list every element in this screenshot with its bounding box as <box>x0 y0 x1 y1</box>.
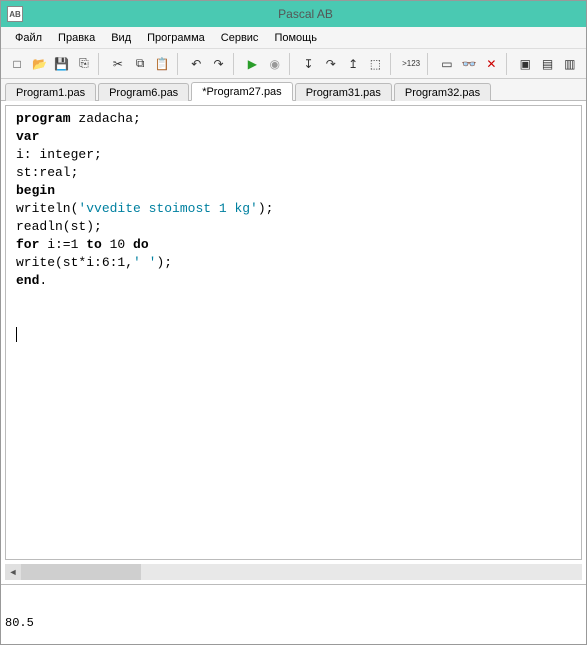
editor-area: program zadacha;vari: integer;st:real;be… <box>1 101 586 584</box>
scroll-track[interactable] <box>21 564 582 580</box>
undo-icon[interactable]: ↶ <box>186 53 206 75</box>
menu-item-3[interactable]: Программа <box>141 30 211 46</box>
cursor-icon <box>16 326 575 344</box>
menu-item-4[interactable]: Сервис <box>215 30 265 46</box>
toggle-1-icon[interactable]: ▭ <box>437 53 457 75</box>
copy-icon[interactable]: ⧉ <box>130 53 150 75</box>
output-line: 80.5 <box>5 616 582 630</box>
toggle-3-icon[interactable]: ✕ <box>481 53 501 75</box>
redo-icon[interactable]: ↷ <box>208 53 228 75</box>
toolbar-separator <box>177 53 183 75</box>
toolbar-separator <box>233 53 239 75</box>
code-line: i: integer; <box>16 146 575 164</box>
code-line: var <box>16 128 575 146</box>
scroll-left-icon[interactable]: ◄ <box>5 564 21 580</box>
horizontal-scrollbar[interactable]: ◄ <box>5 564 582 580</box>
tab-0[interactable]: Program1.pas <box>5 83 96 101</box>
toolbar-separator <box>289 53 295 75</box>
menu-item-0[interactable]: Файл <box>9 30 48 46</box>
code-line: program zadacha; <box>16 110 575 128</box>
toolbar-separator <box>98 53 104 75</box>
app-icon: AB <box>7 6 23 22</box>
panel-1-icon[interactable]: ▣ <box>515 53 535 75</box>
window-titlebar: AB Pascal AB <box>1 1 586 27</box>
save-icon[interactable]: 💾 <box>52 53 72 75</box>
menu-item-1[interactable]: Правка <box>52 30 101 46</box>
tab-4[interactable]: Program32.pas <box>394 83 491 101</box>
save-all-icon[interactable]: ⎘ <box>74 53 94 75</box>
stop-icon[interactable]: ◉ <box>265 53 285 75</box>
tab-2[interactable]: *Program27.pas <box>191 82 293 101</box>
editor-tabs: Program1.pasProgram6.pas*Program27.pasPr… <box>1 79 586 101</box>
step-over-icon[interactable]: ↷ <box>321 53 341 75</box>
menu-item-2[interactable]: Вид <box>105 30 137 46</box>
code-line: write(st*i:6:1,' '); <box>16 254 575 272</box>
code-line: begin <box>16 182 575 200</box>
code-line <box>16 290 575 308</box>
goto-line-icon[interactable]: >123 <box>399 53 423 75</box>
code-line: end. <box>16 272 575 290</box>
code-line: writeln('vvedite stoimost 1 kg'); <box>16 200 575 218</box>
breakpoint-icon[interactable]: ⬚ <box>365 53 385 75</box>
cut-icon[interactable]: ✂ <box>108 53 128 75</box>
scroll-thumb[interactable] <box>21 564 141 580</box>
menu-bar: ФайлПравкаВидПрограммаСервисПомощь <box>1 27 586 49</box>
output-panel: 80.5 80.5 161.0 241.5 322.0 402.5 483.0 … <box>1 584 586 644</box>
panel-2-icon[interactable]: ▤ <box>537 53 557 75</box>
step-out-icon[interactable]: ↥ <box>343 53 363 75</box>
toolbar-separator <box>506 53 512 75</box>
window-title: Pascal AB <box>31 7 580 21</box>
tab-1[interactable]: Program6.pas <box>98 83 189 101</box>
step-into-icon[interactable]: ↧ <box>298 53 318 75</box>
toggle-2-icon[interactable]: 👓 <box>459 53 479 75</box>
open-file-icon[interactable]: 📂 <box>29 53 49 75</box>
menu-item-5[interactable]: Помощь <box>268 30 323 46</box>
toolbar-separator <box>427 53 433 75</box>
code-line <box>16 308 575 326</box>
code-editor[interactable]: program zadacha;vari: integer;st:real;be… <box>5 105 582 560</box>
tab-3[interactable]: Program31.pas <box>295 83 392 101</box>
paste-icon[interactable]: 📋 <box>152 53 172 75</box>
code-line: st:real; <box>16 164 575 182</box>
new-file-icon[interactable]: □ <box>7 53 27 75</box>
toolbar: □📂💾⎘✂⧉📋↶↷▶◉↧↷↥⬚>123▭👓✕▣▤▥ <box>1 49 586 79</box>
run-icon[interactable]: ▶ <box>242 53 262 75</box>
code-line: readln(st); <box>16 218 575 236</box>
panel-3-icon[interactable]: ▥ <box>560 53 580 75</box>
toolbar-separator <box>390 53 396 75</box>
code-line: for i:=1 to 10 do <box>16 236 575 254</box>
